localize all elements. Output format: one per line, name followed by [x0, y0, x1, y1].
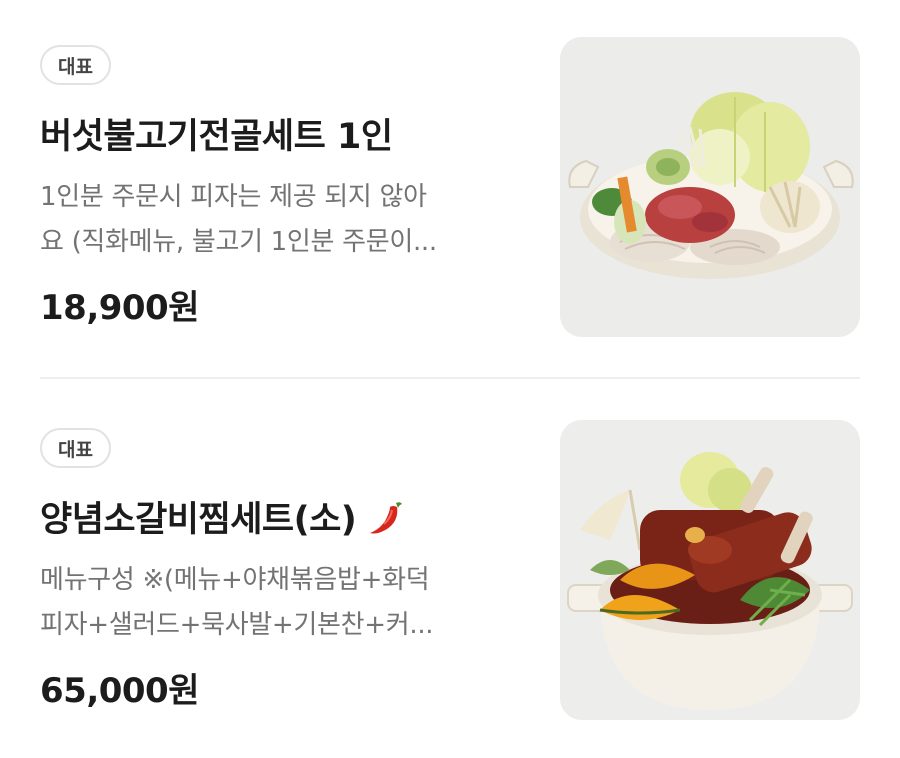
description-line: 요 (직화메뉴, 불고기 1인분 주문이... [40, 227, 437, 257]
item-divider [40, 377, 860, 379]
menu-list: 대표 버섯불고기전골세트 1인 1인분 주문시 피자는 제공 되지 않아 요 (… [0, 0, 900, 758]
menu-item-description: 1인분 주문시 피자는 제공 되지 않아 요 (직화메뉴, 불고기 1인분 주문… [40, 175, 510, 265]
mushroom-bulgogi-hotpot-photo[interactable] [560, 37, 860, 337]
menu-item-title: 버섯불고기전골세트 1인 [40, 108, 393, 159]
menu-item-title-text: 버섯불고기전골세트 1인 [40, 117, 393, 157]
chili-pepper-icon [366, 497, 406, 537]
description-line: 1인분 주문시 피자는 제공 되지 않아 [40, 182, 427, 212]
description-line: 피자+샐러드+묵사발+기본찬+커... [40, 610, 434, 640]
braised-short-ribs-photo[interactable] [560, 420, 860, 720]
description-line: 메뉴구성 ※(메뉴+야채볶음밥+화덕 [40, 565, 430, 595]
representative-badge: 대표 [40, 428, 111, 468]
menu-item[interactable]: 대표 양념소갈비찜세트(소) 메뉴구성 ※(메뉴+야채볶음밥+화덕 피자+샐러드… [40, 420, 860, 720]
representative-badge: 대표 [40, 45, 111, 85]
menu-item-description: 메뉴구성 ※(메뉴+야채볶음밥+화덕 피자+샐러드+묵사발+기본찬+커... [40, 558, 510, 648]
menu-item-title-text: 양념소갈비찜세트(소) [40, 500, 357, 540]
menu-item-price: 65,000원 [40, 671, 199, 711]
menu-item-price: 18,900원 [40, 288, 199, 328]
menu-item[interactable]: 대표 버섯불고기전골세트 1인 1인분 주문시 피자는 제공 되지 않아 요 (… [40, 37, 860, 337]
menu-item-title: 양념소갈비찜세트(소) [40, 491, 406, 542]
